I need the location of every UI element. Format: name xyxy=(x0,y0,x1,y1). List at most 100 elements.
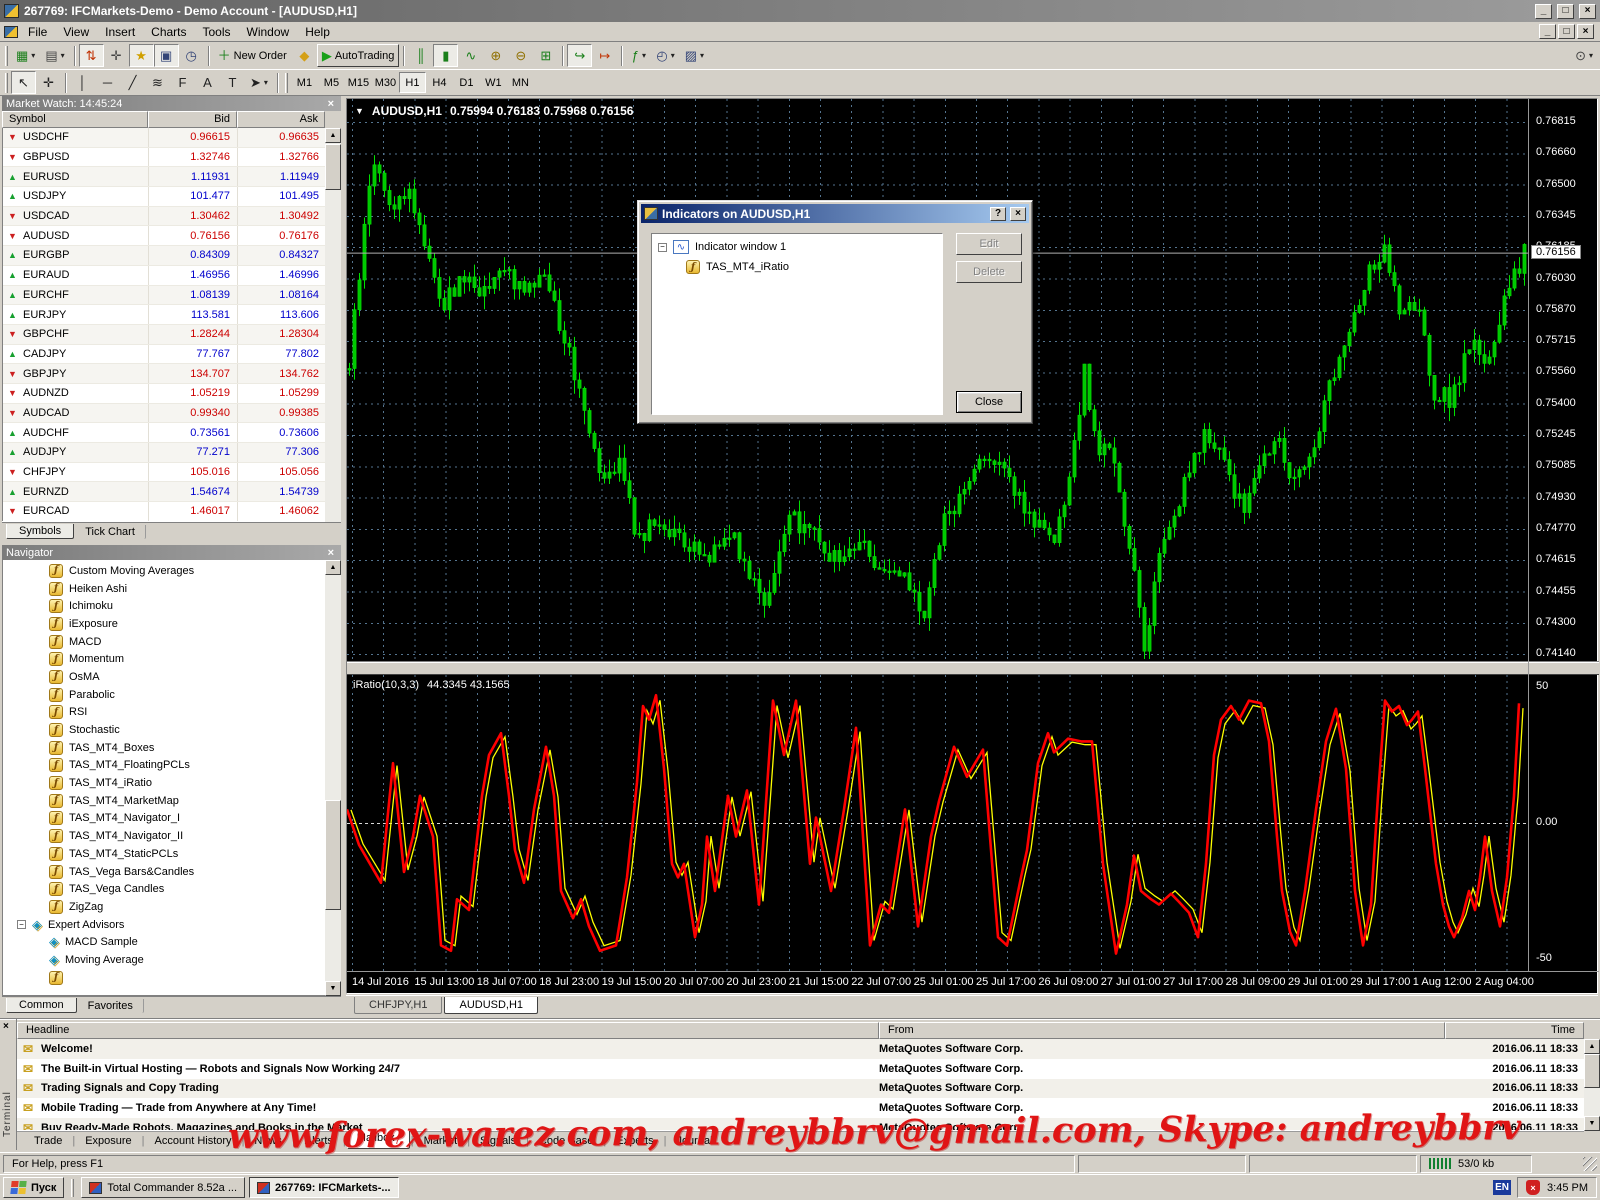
chart-tab-audusd-h1[interactable]: AUDUSD,H1 xyxy=(444,997,538,1014)
task-button-total-commander-8-52a-[interactable]: Total Commander 8.52a ... xyxy=(81,1177,245,1198)
menu-charts[interactable]: Charts xyxy=(143,23,194,41)
menu-help[interactable]: Help xyxy=(297,23,338,41)
market-row-eurchf[interactable]: ▲EURCHF1.081391.08164 xyxy=(3,286,341,306)
strategy-tester-button[interactable]: ◷ xyxy=(179,44,204,67)
navigator-item-heiken-ashi[interactable]: ƒHeiken Ashi xyxy=(3,580,340,598)
market-watch-button[interactable]: ⇅ xyxy=(79,44,104,67)
equidistant-channel-button[interactable]: ≋ xyxy=(145,71,170,94)
terminal-tab-experts[interactable]: Experts xyxy=(607,1134,662,1148)
timeframe-d1[interactable]: D1 xyxy=(453,72,480,93)
terminal-tab-signals[interactable]: Signals xyxy=(471,1134,525,1148)
navigator-tab-common[interactable]: Common xyxy=(6,998,77,1013)
mail-row[interactable]: ✉The Built-in Virtual Hosting — Robots a… xyxy=(17,1059,1584,1079)
templates-button[interactable]: ▨▾ xyxy=(680,44,709,67)
zoom-out-button[interactable]: ⊖ xyxy=(508,44,533,67)
fibonacci-button[interactable]: F xyxy=(170,71,195,94)
new-chart-button[interactable]: ▦▾ xyxy=(11,44,40,67)
menu-insert[interactable]: Insert xyxy=(97,23,143,41)
navigator-item-tas-vega-bars-candles[interactable]: ƒTAS_Vega Bars&Candles xyxy=(3,863,340,881)
market-row-usdcad[interactable]: ▼USDCAD1.304621.30492 xyxy=(3,207,341,227)
mail-row[interactable]: ✉Buy Ready-Made Robots, Magazines and Bo… xyxy=(17,1118,1584,1131)
dialog-help-button[interactable]: ? xyxy=(990,207,1006,221)
navigator-item-tas-mt4-navigator-i[interactable]: ƒTAS_MT4_Navigator_I xyxy=(3,810,340,828)
scrollbar-thumb[interactable] xyxy=(1584,1054,1600,1088)
market-row-audnzd[interactable]: ▼AUDNZD1.052191.05299 xyxy=(3,384,341,404)
market-watch-close-icon[interactable]: × xyxy=(325,98,337,110)
navigator-item-zigzag[interactable]: ƒZigZag xyxy=(3,898,340,916)
timeframe-m15[interactable]: M15 xyxy=(345,72,372,93)
bar-chart-button[interactable]: ║ xyxy=(408,44,433,67)
tree-item-indicator-window[interactable]: − ∿ Indicator window 1 xyxy=(658,240,936,254)
navigator-item-stochastic[interactable]: ƒStochastic xyxy=(3,721,340,739)
terminal-tab-news[interactable]: News xyxy=(245,1134,291,1148)
timeframe-h1[interactable]: H1 xyxy=(399,72,426,93)
navigator-item-custom-moving-averages[interactable]: ƒCustom Moving Averages xyxy=(3,562,340,580)
language-indicator[interactable]: EN xyxy=(1493,1180,1511,1195)
autotrading-button[interactable]: ▶AutoTrading xyxy=(317,44,400,67)
menu-tools[interactable]: Tools xyxy=(195,23,239,41)
terminal-tab-market[interactable]: Market xyxy=(415,1134,467,1148)
mail-row[interactable]: ✉Mobile Trading — Trade from Anywhere at… xyxy=(17,1098,1584,1118)
navigator-item-macd[interactable]: ƒMACD xyxy=(3,633,340,651)
market-row-cadjpy[interactable]: ▲CADJPY77.76777.802 xyxy=(3,345,341,365)
market-row-gbpjpy[interactable]: ▼GBPJPY134.707134.762 xyxy=(3,364,341,384)
menu-file[interactable]: File xyxy=(20,23,55,41)
navigator-item-osma[interactable]: ƒOsMA xyxy=(3,668,340,686)
task-button-267769-ifcmarkets-[interactable]: 267769: IFCMarkets-... xyxy=(249,1177,399,1198)
cursor-button[interactable]: ↖ xyxy=(11,71,36,94)
terminal-tab-exposure[interactable]: Exposure xyxy=(76,1134,140,1148)
horizontal-line-button[interactable]: ─ xyxy=(95,71,120,94)
terminal-scrollbar[interactable]: ▲ ▼ xyxy=(1584,1039,1600,1131)
navigator-item-rsi[interactable]: ƒRSI xyxy=(3,704,340,722)
market-watch-tab-symbols[interactable]: Symbols xyxy=(6,524,74,539)
terminal-tab-account-history[interactable]: Account History xyxy=(146,1134,241,1148)
terminal-tab-journal[interactable]: Journal xyxy=(667,1134,721,1148)
market-row-usdchf[interactable]: ▼USDCHF0.966150.96635 xyxy=(3,128,341,148)
terminal-close-icon[interactable]: × xyxy=(3,1021,9,1032)
market-row-eurcad[interactable]: ▼EURCAD1.460171.46062 xyxy=(3,502,341,522)
navigator-item-tas-vega-candles[interactable]: ƒTAS_Vega Candles xyxy=(3,880,340,898)
delete-button[interactable]: Delete xyxy=(956,261,1022,283)
market-watch-scrollbar[interactable]: ▲ xyxy=(325,128,341,522)
periods-button[interactable]: ◴▾ xyxy=(651,44,679,67)
navigator-button[interactable]: ★ xyxy=(129,44,154,67)
metaeditor-button[interactable]: ◆ xyxy=(292,44,317,67)
terminal-button[interactable]: ▣ xyxy=(154,44,179,67)
column-header-time[interactable]: Time xyxy=(1445,1022,1584,1039)
navigator-item-iexposure[interactable]: ƒiExposure xyxy=(3,615,340,633)
data-window-button[interactable]: ✛ xyxy=(104,44,129,67)
market-row-gbpusd[interactable]: ▼GBPUSD1.327461.32766 xyxy=(3,148,341,168)
market-row-audjpy[interactable]: ▲AUDJPY77.27177.306 xyxy=(3,443,341,463)
menu-view[interactable]: View xyxy=(55,23,97,41)
mdi-close-button[interactable]: × xyxy=(1577,24,1594,39)
price-scale[interactable]: 0.768150.766600.765000.763450.761850.760… xyxy=(1528,99,1599,971)
scrollbar-thumb[interactable] xyxy=(325,800,341,910)
tree-item-tas-iratio[interactable]: ƒ TAS_MT4_iRatio xyxy=(686,260,936,274)
auto-scroll-button[interactable]: ↪ xyxy=(567,44,592,67)
edit-button[interactable]: Edit xyxy=(956,233,1022,255)
maximize-button[interactable]: □ xyxy=(1557,4,1574,19)
navigator-close-icon[interactable]: × xyxy=(325,547,337,559)
market-row-euraud[interactable]: ▲EURAUD1.469561.46996 xyxy=(3,266,341,286)
zoom-in-button[interactable]: ⊕ xyxy=(483,44,508,67)
toolbar-grip[interactable] xyxy=(5,73,8,93)
taskbar-clock[interactable]: 3:45 PM xyxy=(1547,1182,1588,1194)
column-header-symbol[interactable]: Symbol xyxy=(2,111,148,128)
market-row-audcad[interactable]: ▼AUDCAD0.993400.99385 xyxy=(3,404,341,424)
market-row-usdjpy[interactable]: ▲USDJPY101.477101.495 xyxy=(3,187,341,207)
column-header-headline[interactable]: Headline xyxy=(17,1022,879,1039)
vertical-line-button[interactable]: │ xyxy=(70,71,95,94)
mail-row[interactable]: ✉Welcome!MetaQuotes Software Corp.2016.0… xyxy=(17,1039,1584,1059)
indicators-button[interactable]: ƒ▾ xyxy=(626,44,651,67)
tile-windows-button[interactable]: ⊞ xyxy=(533,44,558,67)
terminal-tab-alerts[interactable]: Alerts xyxy=(296,1134,342,1148)
scroll-down-icon[interactable]: ▼ xyxy=(1584,1116,1600,1131)
market-row-eurgbp[interactable]: ▲EURGBP0.843090.84327 xyxy=(3,246,341,266)
navigator-item-tas-mt4-iratio[interactable]: ƒTAS_MT4_iRatio xyxy=(3,774,340,792)
market-row-audchf[interactable]: ▲AUDCHF0.735610.73606 xyxy=(3,423,341,443)
terminal-tab-mailbox[interactable]: Mailbox7 xyxy=(347,1131,410,1148)
timeframe-w1[interactable]: W1 xyxy=(480,72,507,93)
time-axis[interactable]: 14 Jul 201615 Jul 13:0018 Jul 07:0018 Ju… xyxy=(347,971,1599,993)
market-row-eurusd[interactable]: ▲EURUSD1.119311.11949 xyxy=(3,167,341,187)
navigator-item-tas-mt4-staticpcls[interactable]: ƒTAS_MT4_StaticPCLs xyxy=(3,845,340,863)
